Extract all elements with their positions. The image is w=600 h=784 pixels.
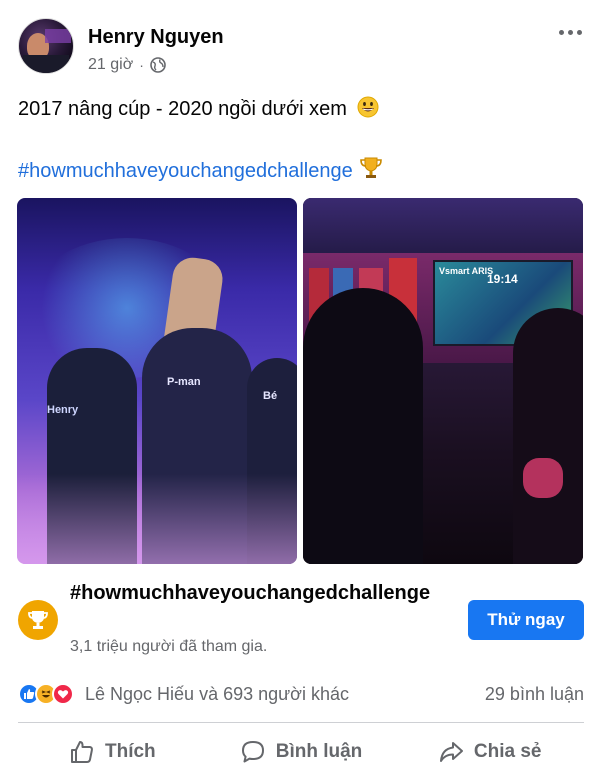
screen-time: 19:14 xyxy=(487,272,518,286)
post-hashtag: #howmuchhaveyouchangedchallenge xyxy=(18,156,383,184)
grinning-emoji-icon xyxy=(357,96,379,118)
like-icon xyxy=(71,741,93,763)
post-text: 2017 nâng cúp - 2020 ngồi dưới xem xyxy=(18,96,379,122)
share-label: Chia sẻ xyxy=(473,741,542,762)
trophy-icon xyxy=(18,600,58,640)
reaction-icons xyxy=(18,683,74,705)
post-stats: Lê Ngọc Hiếu và 693 người khác 29 bình l… xyxy=(18,680,584,708)
hashtag-link[interactable]: #howmuchhaveyouchangedchallenge xyxy=(18,160,353,182)
comment-button[interactable]: Bình luận xyxy=(207,724,396,780)
post-meta: 21 giờ · xyxy=(88,56,166,74)
avatar[interactable] xyxy=(18,18,74,74)
challenge-title[interactable]: #howmuchhaveyouchangedchallenge xyxy=(70,580,462,606)
reactions-text[interactable]: Lê Ngọc Hiếu và 693 người khác xyxy=(85,684,349,705)
challenge-participants: 3,1 triệu người đã tham gia. xyxy=(70,638,268,655)
post-time[interactable]: 21 giờ xyxy=(88,56,133,74)
trophy-icon xyxy=(360,157,383,178)
challenge-card: #howmuchhaveyouchangedchallenge 3,1 triệ… xyxy=(18,578,584,660)
comments-count[interactable]: 29 bình luận xyxy=(485,684,584,705)
screen-brand: Vsmart ARIS xyxy=(439,266,494,276)
like-button[interactable]: Thích xyxy=(18,724,207,780)
photo-grid: Henry P-man Bé Vsmart ARIS 19:14 xyxy=(17,198,583,564)
action-bar: Thích Bình luận Chia sẻ xyxy=(18,724,584,780)
jersey-label-be: Bé xyxy=(263,390,278,402)
comment-icon xyxy=(241,741,264,763)
photo-right[interactable]: Vsmart ARIS 19:14 xyxy=(303,198,583,564)
meta-separator: · xyxy=(139,57,144,73)
post-text-content: 2017 nâng cúp - 2020 ngồi dưới xem xyxy=(18,98,347,120)
author-name[interactable]: Henry Nguyen xyxy=(88,26,224,49)
like-label: Thích xyxy=(105,741,156,762)
share-button[interactable]: Chia sẻ xyxy=(395,724,584,780)
jersey-label-henry: Henry xyxy=(47,404,79,416)
photo-left[interactable]: Henry P-man Bé xyxy=(17,198,297,564)
comment-label: Bình luận xyxy=(275,741,363,762)
divider xyxy=(18,722,584,723)
share-icon xyxy=(439,742,463,762)
reactions-summary[interactable]: Lê Ngọc Hiếu và 693 người khác xyxy=(18,683,349,705)
love-reaction-icon xyxy=(52,683,74,705)
globe-icon xyxy=(150,57,166,73)
jersey-label-pman: P-man xyxy=(167,376,201,388)
post-header: Henry Nguyen 21 giờ · xyxy=(18,16,584,78)
more-icon[interactable] xyxy=(556,22,584,42)
try-now-button[interactable]: Thử ngay xyxy=(468,600,584,640)
